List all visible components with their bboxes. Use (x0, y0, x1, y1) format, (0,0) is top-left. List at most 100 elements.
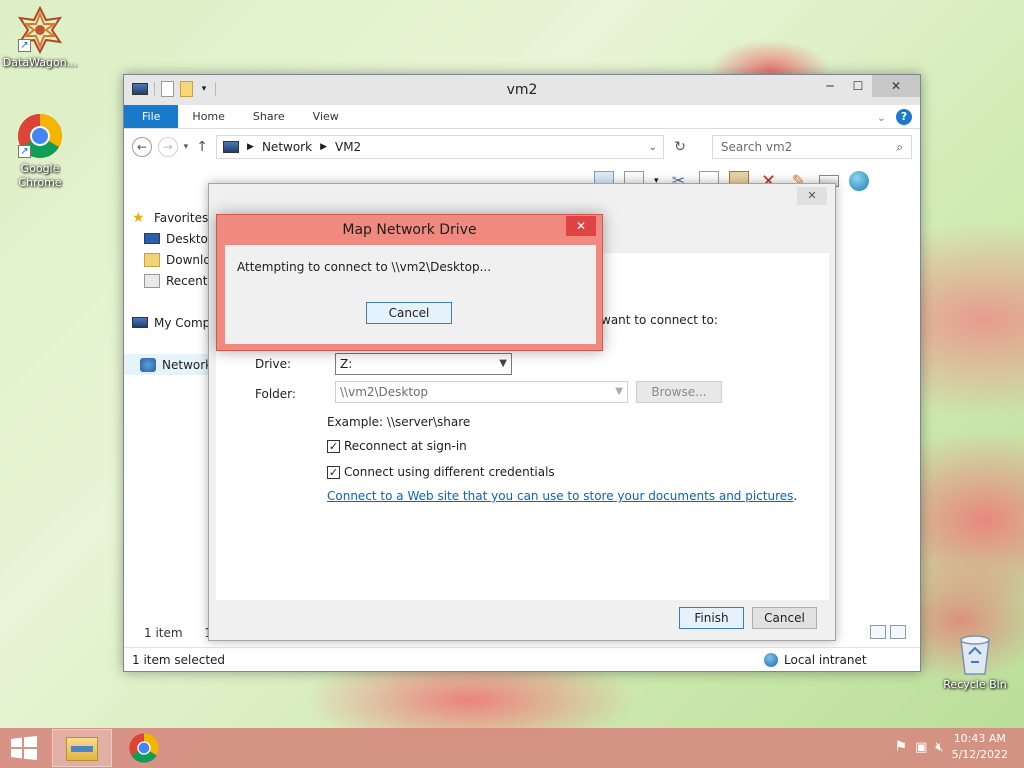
chevron-down-icon: ▼ (499, 358, 507, 369)
window-title: vm2 (506, 82, 538, 98)
desktop-icon-datawagon[interactable]: ↗ DataWagon... (0, 5, 80, 69)
system-tray: ⚑ ▣ 🔇︎ 10:43 AM 5/12/2022 (895, 731, 1008, 763)
refresh-icon[interactable]: ↻ (670, 139, 690, 155)
navigation-pane: ★ Favorites Desktop Downloads Recent pla… (124, 205, 212, 375)
search-placeholder: Search vm2 (720, 140, 793, 154)
wizard-cancel-button[interactable]: Cancel (752, 607, 817, 629)
file-explorer-icon (66, 737, 98, 761)
close-button[interactable]: ✕ (872, 75, 920, 97)
taskbar-chrome[interactable] (114, 729, 174, 767)
desktop-icon-label: Google Chrome (18, 162, 62, 189)
recent-places-icon (144, 273, 160, 288)
tab-file[interactable]: File (124, 105, 179, 128)
web-site-link-row: Connect to a Web site that you can use t… (327, 489, 798, 503)
forward-button[interactable]: → (157, 137, 178, 157)
dialog-cancel-button[interactable]: Cancel (366, 302, 452, 324)
globe-icon[interactable] (848, 171, 869, 191)
network-icon (764, 652, 778, 667)
close-button[interactable]: ✕ (797, 187, 827, 205)
breadcrumb-network[interactable]: Network (262, 140, 312, 154)
taskbar: ⚑ ▣ 🔇︎ 10:43 AM 5/12/2022 (0, 728, 1024, 768)
breadcrumb-vm2[interactable]: VM2 (335, 140, 361, 154)
dialog-body: Attempting to connect to \\vm2\Desktop..… (225, 245, 596, 344)
browse-button[interactable]: Browse... (636, 381, 722, 403)
drive-label: Drive: (255, 357, 292, 371)
downloads-folder-icon (144, 252, 160, 267)
nav-item-recent-places[interactable]: Recent places (132, 270, 212, 291)
help-icon[interactable]: ? (896, 109, 912, 125)
window-controls: ─ ☐ ✕ (816, 75, 920, 97)
address-bar[interactable]: ▶ Network ▶ VM2 ⌄ (216, 135, 665, 159)
web-site-link[interactable]: Connect to a Web site that you can use t… (327, 489, 793, 503)
chevron-right-icon[interactable]: ▶ (247, 142, 254, 152)
nav-item-downloads[interactable]: Downloads (132, 249, 212, 270)
wizard-footer: Finish Cancel (679, 607, 817, 629)
action-center-flag-icon[interactable]: ⚑ (895, 739, 908, 755)
chevron-right-icon[interactable]: ▶ (320, 142, 327, 152)
chrome-icon (129, 733, 159, 763)
shortcut-arrow-icon: ↗ (18, 39, 31, 52)
folder-example: Example: \\server\share (327, 415, 471, 429)
drive-select[interactable]: Z: ▼ (335, 353, 512, 375)
search-input[interactable]: Search vm2 ⌕ (711, 135, 913, 159)
nav-item-favorites[interactable]: ★ Favorites (132, 207, 212, 228)
minimize-button[interactable]: ─ (816, 75, 844, 97)
chevron-down-icon[interactable]: ⌄ (877, 111, 886, 124)
network-status-icon[interactable]: ▣ (915, 740, 927, 755)
connecting-message: Attempting to connect to \\vm2\Desktop..… (237, 260, 492, 274)
address-row: ← → ▾ ↑ ▶ Network ▶ VM2 ⌄ ↻ Search vm2 ⌕ (124, 129, 920, 165)
tab-view[interactable]: View (299, 105, 353, 128)
computer-icon (132, 317, 148, 328)
taskbar-file-explorer[interactable] (52, 729, 112, 767)
status-selected: 1 item selected (132, 652, 226, 667)
recycle-bin-icon (955, 632, 995, 676)
clock-time: 10:43 AM (953, 732, 1006, 745)
view-switcher (870, 625, 906, 639)
details-view-icon[interactable] (870, 625, 886, 639)
datawagon-icon: ↗ (16, 5, 64, 55)
computer-icon (223, 141, 240, 153)
tab-home[interactable]: Home (178, 105, 238, 128)
desktop-icon-label: DataWagon... (2, 56, 78, 69)
back-button[interactable]: ← (132, 137, 152, 157)
reconnect-checkbox[interactable]: ✓ Reconnect at sign-in (327, 439, 467, 453)
recent-locations-icon[interactable]: ▾ (184, 142, 189, 152)
status-bar: 1 item selected Local intranet (124, 647, 920, 671)
credentials-checkbox[interactable]: ✓ Connect using different credentials (327, 465, 555, 479)
clock[interactable]: 10:43 AM 5/12/2022 (952, 731, 1008, 763)
nav-item-my-computer[interactable]: My Computer (132, 312, 212, 333)
zone-indicator: Local intranet (764, 652, 867, 667)
close-button[interactable]: ✕ (566, 216, 596, 236)
explorer-titlebar[interactable]: ▾ vm2 ─ ☐ ✕ (124, 75, 920, 105)
network-icon (140, 357, 156, 372)
nav-item-network[interactable]: Network (124, 354, 212, 375)
checkbox-checked-icon[interactable]: ✓ (327, 439, 340, 453)
desktop-icon-label: Recycle Bin (943, 678, 1007, 691)
chevron-down-icon[interactable]: ⌄ (649, 142, 657, 153)
desktop-folder-icon (144, 233, 160, 244)
items-count: 1 item 1 (144, 626, 212, 640)
tab-share[interactable]: Share (239, 105, 299, 128)
windows-logo-icon (11, 736, 37, 760)
volume-muted-icon[interactable]: 🔇︎ (935, 740, 943, 755)
clock-date: 5/12/2022 (951, 748, 1008, 761)
status-zone: Local intranet (784, 652, 867, 667)
desktop-icon-google-chrome[interactable]: ↗ Google Chrome (0, 112, 80, 190)
wizard-intro: want to connect to: (601, 313, 718, 327)
connecting-dialog: Map Network Drive ✕ Attempting to connec… (216, 214, 603, 351)
checkbox-checked-icon[interactable]: ✓ (327, 465, 340, 479)
star-icon: ★ (132, 209, 145, 226)
folder-combobox[interactable]: \\vm2\Desktop ▼ (335, 381, 628, 403)
up-button[interactable]: ↑ (194, 139, 210, 155)
folder-label: Folder: (255, 387, 296, 401)
finish-button[interactable]: Finish (679, 607, 744, 629)
start-button[interactable] (10, 736, 38, 760)
nav-item-desktop[interactable]: Desktop (132, 228, 212, 249)
large-icons-view-icon[interactable] (890, 625, 906, 639)
ribbon-tabs: File Home Share View ⌄ ? (124, 105, 920, 129)
chevron-down-icon: ▼ (615, 386, 623, 397)
desktop-icon-recycle-bin[interactable]: Recycle Bin (935, 632, 1015, 691)
dialog-title: Map Network Drive (342, 222, 477, 238)
maximize-button[interactable]: ☐ (844, 75, 872, 97)
search-icon: ⌕ (896, 139, 904, 154)
